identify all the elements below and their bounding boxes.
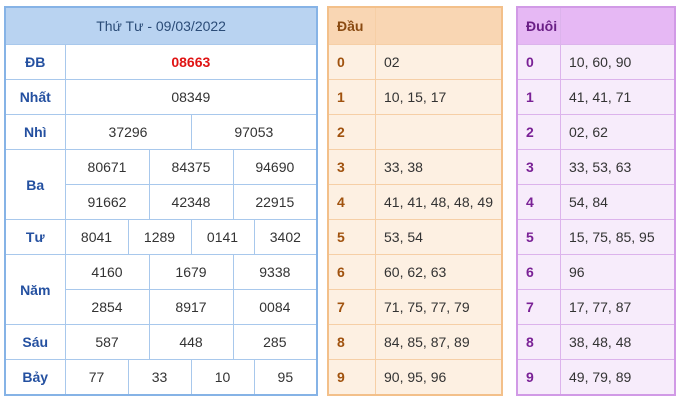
head-key: 1 [327,79,376,115]
prize-ba-value: 94690 [232,149,318,185]
prize-nam-value: 2854 [64,289,150,325]
tail-key: 6 [516,254,561,290]
prize-bay-value: 33 [127,359,192,396]
tail-key: 2 [516,114,561,150]
head-key: 6 [327,254,376,290]
tail-key: 7 [516,289,561,325]
prize-sau-value: 285 [232,324,318,360]
tail-table-header: Đuôi [516,6,561,45]
prize-nhi-value: 37296 [64,114,192,150]
tail-values: 15, 75, 85, 95 [560,219,676,255]
head-values: 33, 38 [375,149,503,185]
prize-label-bay: Bảy [4,359,66,396]
prize-label-nam: Năm [4,254,66,325]
prize-bay-value: 77 [64,359,129,396]
prize-nam-value: 4160 [64,254,150,290]
tail-key: 5 [516,219,561,255]
prize-tu-value: 0141 [190,219,255,255]
tail-key: 8 [516,324,561,360]
head-key: 4 [327,184,376,220]
head-key: 2 [327,114,376,150]
tail-key: 1 [516,79,561,115]
head-values: 10, 15, 17 [375,79,503,115]
prize-nhi-value: 97053 [190,114,318,150]
prize-db-value: 08663 [64,44,318,80]
prize-label-db: ĐB [4,44,66,80]
prize-tu-value: 8041 [64,219,129,255]
prize-ba-value: 84375 [148,149,234,185]
head-values: 02 [375,44,503,80]
tail-key: 0 [516,44,561,80]
head-table-header-blank [375,6,503,45]
tail-values: 38, 48, 48 [560,324,676,360]
prize-nhat-value: 08349 [64,79,318,115]
tail-key: 9 [516,359,561,396]
tail-values: 33, 53, 63 [560,149,676,185]
prize-sau-value: 448 [148,324,234,360]
head-key: 3 [327,149,376,185]
head-digits-table: Đầu 0 02 1 10, 15, 17 2 3 33, 38 4 41, 41, 4… [327,6,503,396]
tail-values: 41, 41, 71 [560,79,676,115]
tail-key: 3 [516,149,561,185]
head-key: 7 [327,289,376,325]
head-key: 9 [327,359,376,396]
prize-label-sau: Sáu [4,324,66,360]
prize-label-tu: Tư [4,219,66,255]
prize-label-ba: Ba [4,149,66,220]
head-values: 41, 41, 48, 48, 49 [375,184,503,220]
prize-nam-value: 9338 [232,254,318,290]
tail-values: 54, 84 [560,184,676,220]
prize-nam-value: 8917 [148,289,234,325]
head-values [375,114,503,150]
tail-values: 49, 79, 89 [560,359,676,396]
prize-label-nhat: Nhất [4,79,66,115]
prize-label-nhi: Nhì [4,114,66,150]
prize-tu-value: 1289 [127,219,192,255]
results-table: Thứ Tư - 09/03/2022 ĐB 08663 Nhất 08349 … [4,6,319,396]
head-values: 53, 54 [375,219,503,255]
head-key: 5 [327,219,376,255]
results-date-title: Thứ Tư - 09/03/2022 [4,6,318,45]
tail-values: 17, 77, 87 [560,289,676,325]
head-values: 60, 62, 63 [375,254,503,290]
prize-bay-value: 10 [190,359,255,396]
prize-nam-value: 1679 [148,254,234,290]
head-values: 84, 85, 87, 89 [375,324,503,360]
head-values: 90, 95, 96 [375,359,503,396]
prize-sau-value: 587 [64,324,150,360]
tail-table-header-blank [560,6,676,45]
prize-ba-value: 80671 [64,149,150,185]
head-table-header: Đầu [327,6,376,45]
prize-ba-value: 42348 [148,184,234,220]
prize-ba-value: 91662 [64,184,150,220]
tail-values: 96 [560,254,676,290]
head-values: 71, 75, 77, 79 [375,289,503,325]
tail-digits-table: Đuôi 0 10, 60, 90 1 41, 41, 71 2 02, 62 3 33… [516,6,676,396]
prize-tu-value: 3402 [253,219,318,255]
tail-values: 10, 60, 90 [560,44,676,80]
head-key: 8 [327,324,376,360]
tail-key: 4 [516,184,561,220]
tail-values: 02, 62 [560,114,676,150]
prize-ba-value: 22915 [232,184,318,220]
head-key: 0 [327,44,376,80]
prize-nam-value: 0084 [232,289,318,325]
prize-bay-value: 95 [253,359,318,396]
